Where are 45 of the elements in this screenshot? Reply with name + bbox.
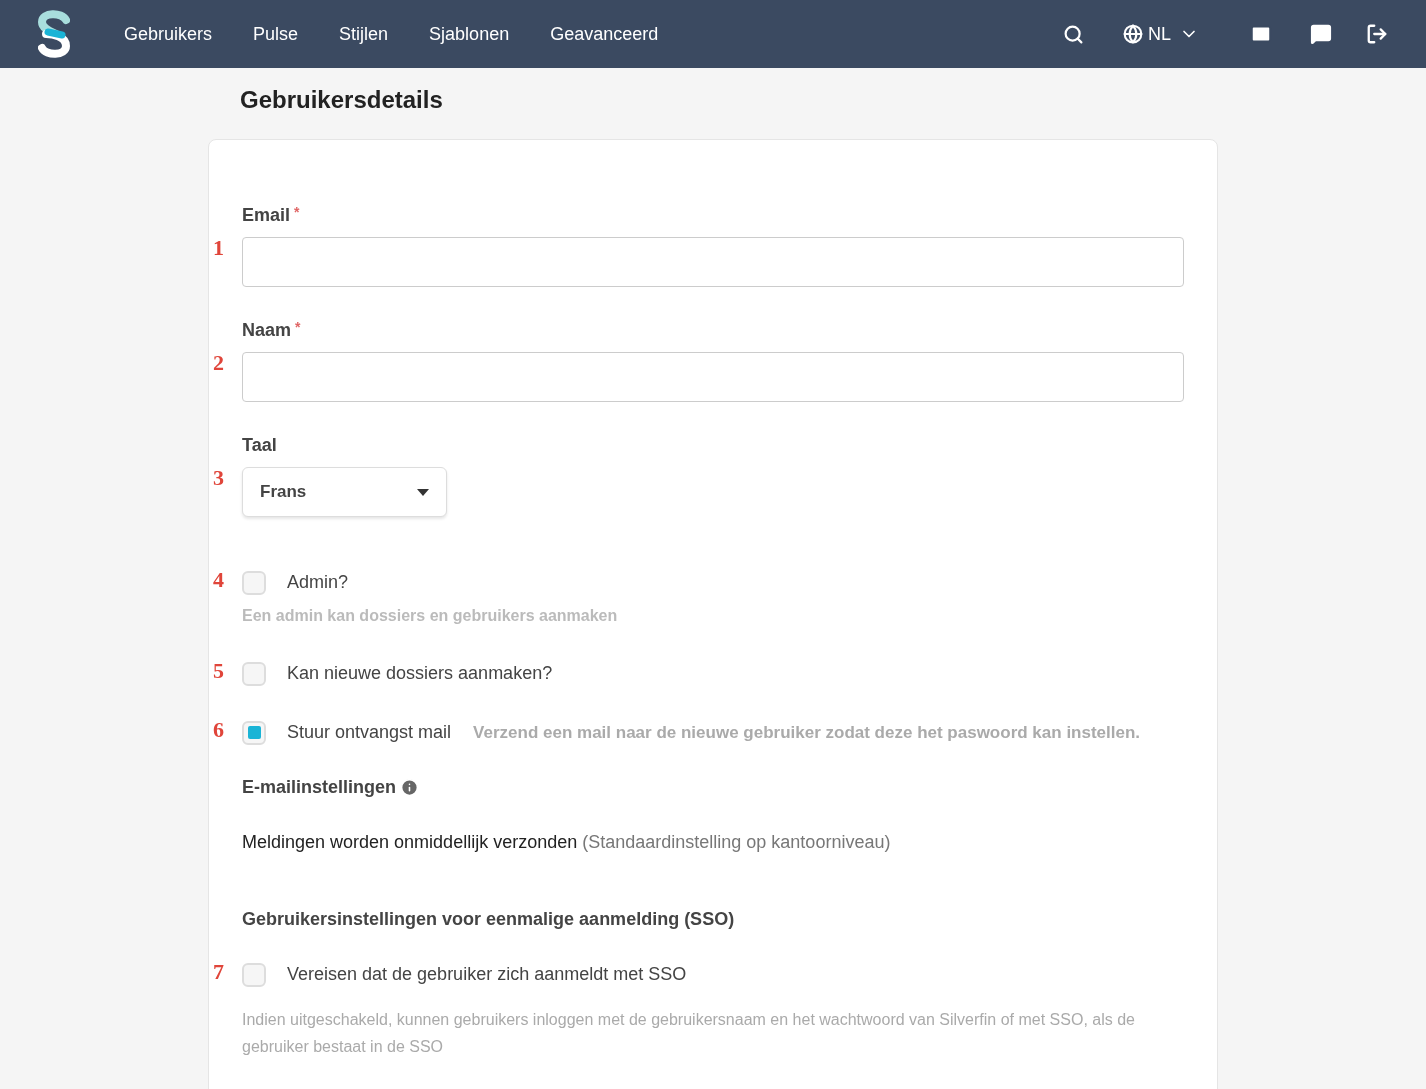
page-title: Gebruikersdetails [240, 85, 443, 115]
field-label: Taal [242, 434, 278, 457]
caret-icon [417, 488, 429, 496]
checkbox[interactable] [242, 720, 266, 745]
annotation-number: 1 [213, 237, 224, 259]
help-text: Verzend een mail naar de nieuwe gebruiker zodat deze het paswoord kan instellen. [473, 721, 1141, 744]
nav-link[interactable]: Sjablonen [429, 20, 510, 48]
globe-icon [1123, 24, 1143, 44]
logout-icon[interactable] [1366, 23, 1388, 45]
checkbox-label: Stuur ontvangst mail [287, 721, 452, 744]
dropdown-value: Frans [260, 481, 307, 504]
checkbox[interactable] [242, 962, 266, 987]
section-heading: Gebruikersinstellingen voor eenmalige aanmelding (SSO) [242, 908, 735, 931]
field-label: Naam [242, 319, 292, 342]
language-code: NL [1148, 22, 1171, 46]
nav-link[interactable]: Pulse [253, 20, 299, 48]
required-mark: * [295, 318, 301, 337]
annotation-number: 3 [213, 467, 224, 489]
notification-setting-text: Meldingen worden onmiddellijk verzonden (Standaardinstelling op kantoorniveau) [242, 831, 892, 854]
nav-link[interactable]: Gebruikers [124, 20, 213, 48]
field-label: Email [242, 204, 291, 227]
language-dropdown[interactable]: Frans [242, 467, 447, 517]
required-mark: * [294, 203, 300, 222]
info-icon[interactable] [400, 778, 420, 797]
logo-icon[interactable] [38, 10, 70, 58]
checkbox[interactable] [242, 570, 266, 595]
annotation-number: 6 [213, 719, 224, 741]
annotation-number: 7 [213, 961, 224, 983]
nav-link[interactable]: Geavanceerd [550, 20, 659, 48]
text-input-field[interactable] [242, 352, 1184, 402]
annotation-number: 2 [213, 352, 224, 374]
help-icon[interactable] [1310, 23, 1332, 45]
checkbox[interactable] [242, 661, 266, 686]
checkbox-label: Kan nieuwe dossiers aanmaken? [287, 662, 553, 685]
checkbox-label: Admin? [287, 571, 349, 594]
text-input-field[interactable] [242, 237, 1184, 287]
nav-link[interactable]: Stijlen [339, 20, 389, 48]
help-text: Een admin kan dossiers en gebruikers aanmaken [242, 606, 619, 626]
search-icon[interactable] [1063, 23, 1084, 45]
annotation-number: 5 [213, 660, 224, 682]
language-menu[interactable]: NL [1123, 20, 1199, 48]
checkbox-label: Vereisen dat de gebruiker zich aanmeldt met SSO [287, 963, 687, 986]
section-heading: E-mailinstellingen [242, 776, 397, 799]
annotation-number: 4 [213, 569, 224, 591]
help-text: Indien uitgeschakeld, kunnen gebruikers inloggen met de gebruikersnaam en het wachtwoord van Silverfin of met SSO, als de gebruiker bestaat in de SSO [242, 1010, 1136, 1057]
